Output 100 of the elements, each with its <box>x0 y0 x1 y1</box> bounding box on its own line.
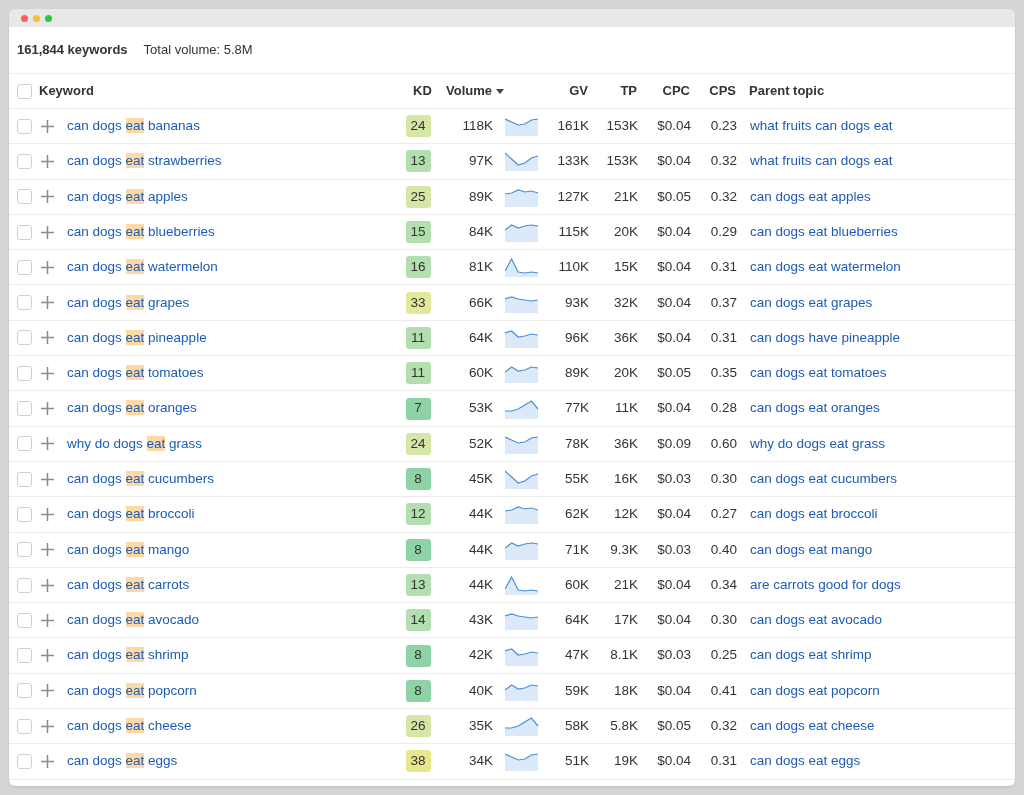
keyword-link[interactable]: can dogs eat tomatoes <box>67 365 204 381</box>
close-icon[interactable] <box>21 14 28 22</box>
checkbox[interactable] <box>17 718 32 734</box>
checkbox[interactable] <box>17 330 32 346</box>
table-cell: 118K <box>462 118 493 133</box>
add-icon[interactable] <box>41 613 54 627</box>
keyword-link[interactable]: why do dogs eat grass <box>67 435 203 451</box>
checkbox[interactable] <box>17 295 32 311</box>
keyword-link[interactable]: can dogs eat carrots <box>67 576 190 592</box>
difficulty-badge: 8 <box>405 644 431 667</box>
column-header[interactable]: Volume <box>446 81 492 101</box>
trend-sparkline <box>505 575 539 595</box>
select-all-checkbox[interactable] <box>17 83 32 99</box>
checkbox[interactable] <box>17 436 32 452</box>
checkbox[interactable] <box>17 224 32 240</box>
keyword-link[interactable]: can dogs eat grapes <box>67 294 190 310</box>
trend-sparkline <box>505 363 539 384</box>
keyword-link[interactable]: can dogs eat strawberries <box>67 153 222 169</box>
column-header[interactable]: TP <box>620 81 637 101</box>
table-cell: 0.32 <box>710 718 737 734</box>
parent-topic-link[interactable]: can dogs eat avocado <box>750 612 883 628</box>
checkbox[interactable] <box>17 506 32 522</box>
keyword-link[interactable]: can dogs eat avocado <box>67 612 200 628</box>
column-header[interactable]: Keyword <box>39 81 94 101</box>
checkbox[interactable] <box>17 189 32 205</box>
add-icon[interactable] <box>41 190 54 204</box>
checkbox[interactable] <box>17 577 32 593</box>
add-icon[interactable] <box>41 119 54 133</box>
add-icon[interactable] <box>41 260 54 274</box>
add-icon[interactable] <box>41 437 54 451</box>
checkbox[interactable] <box>17 612 32 628</box>
table-cell: 84K <box>468 223 493 239</box>
add-icon[interactable] <box>41 719 54 733</box>
parent-topic-link[interactable]: can dogs eat popcorn <box>750 682 880 698</box>
column-header[interactable]: Parent topic <box>749 81 825 101</box>
column-header[interactable]: KD <box>413 81 432 101</box>
keyword-link[interactable]: can dogs eat mango <box>67 541 190 557</box>
keyword-link[interactable]: can dogs eat shrimp <box>67 647 189 663</box>
add-icon[interactable] <box>41 296 54 310</box>
checkbox[interactable] <box>17 118 32 134</box>
checkbox[interactable] <box>17 259 32 275</box>
keyword-link[interactable]: can dogs eat popcorn <box>67 682 197 698</box>
parent-topic-link[interactable]: can dogs eat eggs <box>750 753 861 769</box>
add-icon[interactable] <box>41 755 54 768</box>
add-icon[interactable] <box>41 578 54 592</box>
keyword-link[interactable]: can dogs eat oranges <box>67 400 197 416</box>
table-cell: 0.28 <box>710 400 737 416</box>
parent-topic-link[interactable]: can dogs eat mango <box>750 541 873 557</box>
keyword-link[interactable]: can dogs eat bananas <box>67 118 200 133</box>
maximize-icon[interactable] <box>45 14 52 22</box>
checkbox[interactable] <box>17 683 32 699</box>
parent-topic-link[interactable]: can dogs eat cucumbers <box>750 471 898 486</box>
minimize-icon[interactable] <box>33 14 40 22</box>
parent-topic-link[interactable]: can dogs eat grapes <box>750 294 873 310</box>
column-header[interactable]: CPS <box>709 81 736 101</box>
parent-topic-link[interactable]: can dogs have pineapple <box>750 329 901 345</box>
parent-topic-link[interactable]: what fruits can dogs eat <box>750 118 893 133</box>
trend-sparkline <box>505 469 539 490</box>
parent-topic-link[interactable]: can dogs eat blueberries <box>750 223 898 239</box>
checkbox[interactable] <box>17 471 32 487</box>
sort-down-icon[interactable] <box>496 88 504 94</box>
checkbox[interactable] <box>17 365 32 381</box>
keyword-link[interactable]: can dogs eat blueberries <box>67 223 215 239</box>
parent-topic-link[interactable]: why do dogs eat grass <box>750 435 886 451</box>
add-icon[interactable] <box>41 472 54 486</box>
parent-topic-link[interactable]: can dogs eat cheese <box>750 718 875 734</box>
parent-topic-link[interactable]: can dogs eat tomatoes <box>750 365 887 381</box>
parent-topic-link[interactable]: can dogs eat oranges <box>750 400 880 416</box>
keyword-link[interactable]: can dogs eat eggs <box>67 753 178 769</box>
keyword-link[interactable]: can dogs eat pineapple <box>67 329 207 345</box>
keyword-link[interactable]: can dogs eat cheese <box>67 718 192 734</box>
add-icon[interactable] <box>41 402 54 415</box>
column-header[interactable]: GV <box>569 81 588 101</box>
add-icon[interactable] <box>41 366 54 380</box>
add-icon[interactable] <box>41 331 54 345</box>
keyword-link[interactable]: can dogs eat broccoli <box>67 506 195 522</box>
checkbox[interactable] <box>17 153 32 169</box>
add-icon[interactable] <box>41 154 54 168</box>
checkbox[interactable] <box>17 542 32 558</box>
add-icon[interactable] <box>41 649 54 663</box>
keyword-link[interactable]: can dogs eat cucumbers <box>67 471 215 486</box>
checkbox[interactable] <box>17 754 32 769</box>
checkbox[interactable] <box>17 648 32 664</box>
keyword-link[interactable]: can dogs eat apples <box>67 188 188 204</box>
add-icon[interactable] <box>41 543 54 557</box>
difficulty-badge: 24 <box>405 115 431 138</box>
checkbox[interactable] <box>17 401 32 416</box>
table-cell: 16K <box>613 471 638 486</box>
column-header[interactable]: CPC <box>662 81 690 101</box>
add-icon[interactable] <box>41 507 54 521</box>
parent-topic-link[interactable]: can dogs eat watermelon <box>750 259 901 275</box>
trend-sparkline <box>505 610 539 631</box>
parent-topic-link[interactable]: can dogs eat apples <box>750 188 871 204</box>
parent-topic-link[interactable]: can dogs eat shrimp <box>750 647 872 663</box>
parent-topic-link[interactable]: are carrots good for dogs <box>750 576 901 592</box>
add-icon[interactable] <box>41 225 54 239</box>
keyword-link[interactable]: can dogs eat watermelon <box>67 259 218 275</box>
parent-topic-link[interactable]: can dogs eat broccoli <box>750 506 878 522</box>
parent-topic-link[interactable]: what fruits can dogs eat <box>750 153 893 169</box>
add-icon[interactable] <box>41 684 54 698</box>
